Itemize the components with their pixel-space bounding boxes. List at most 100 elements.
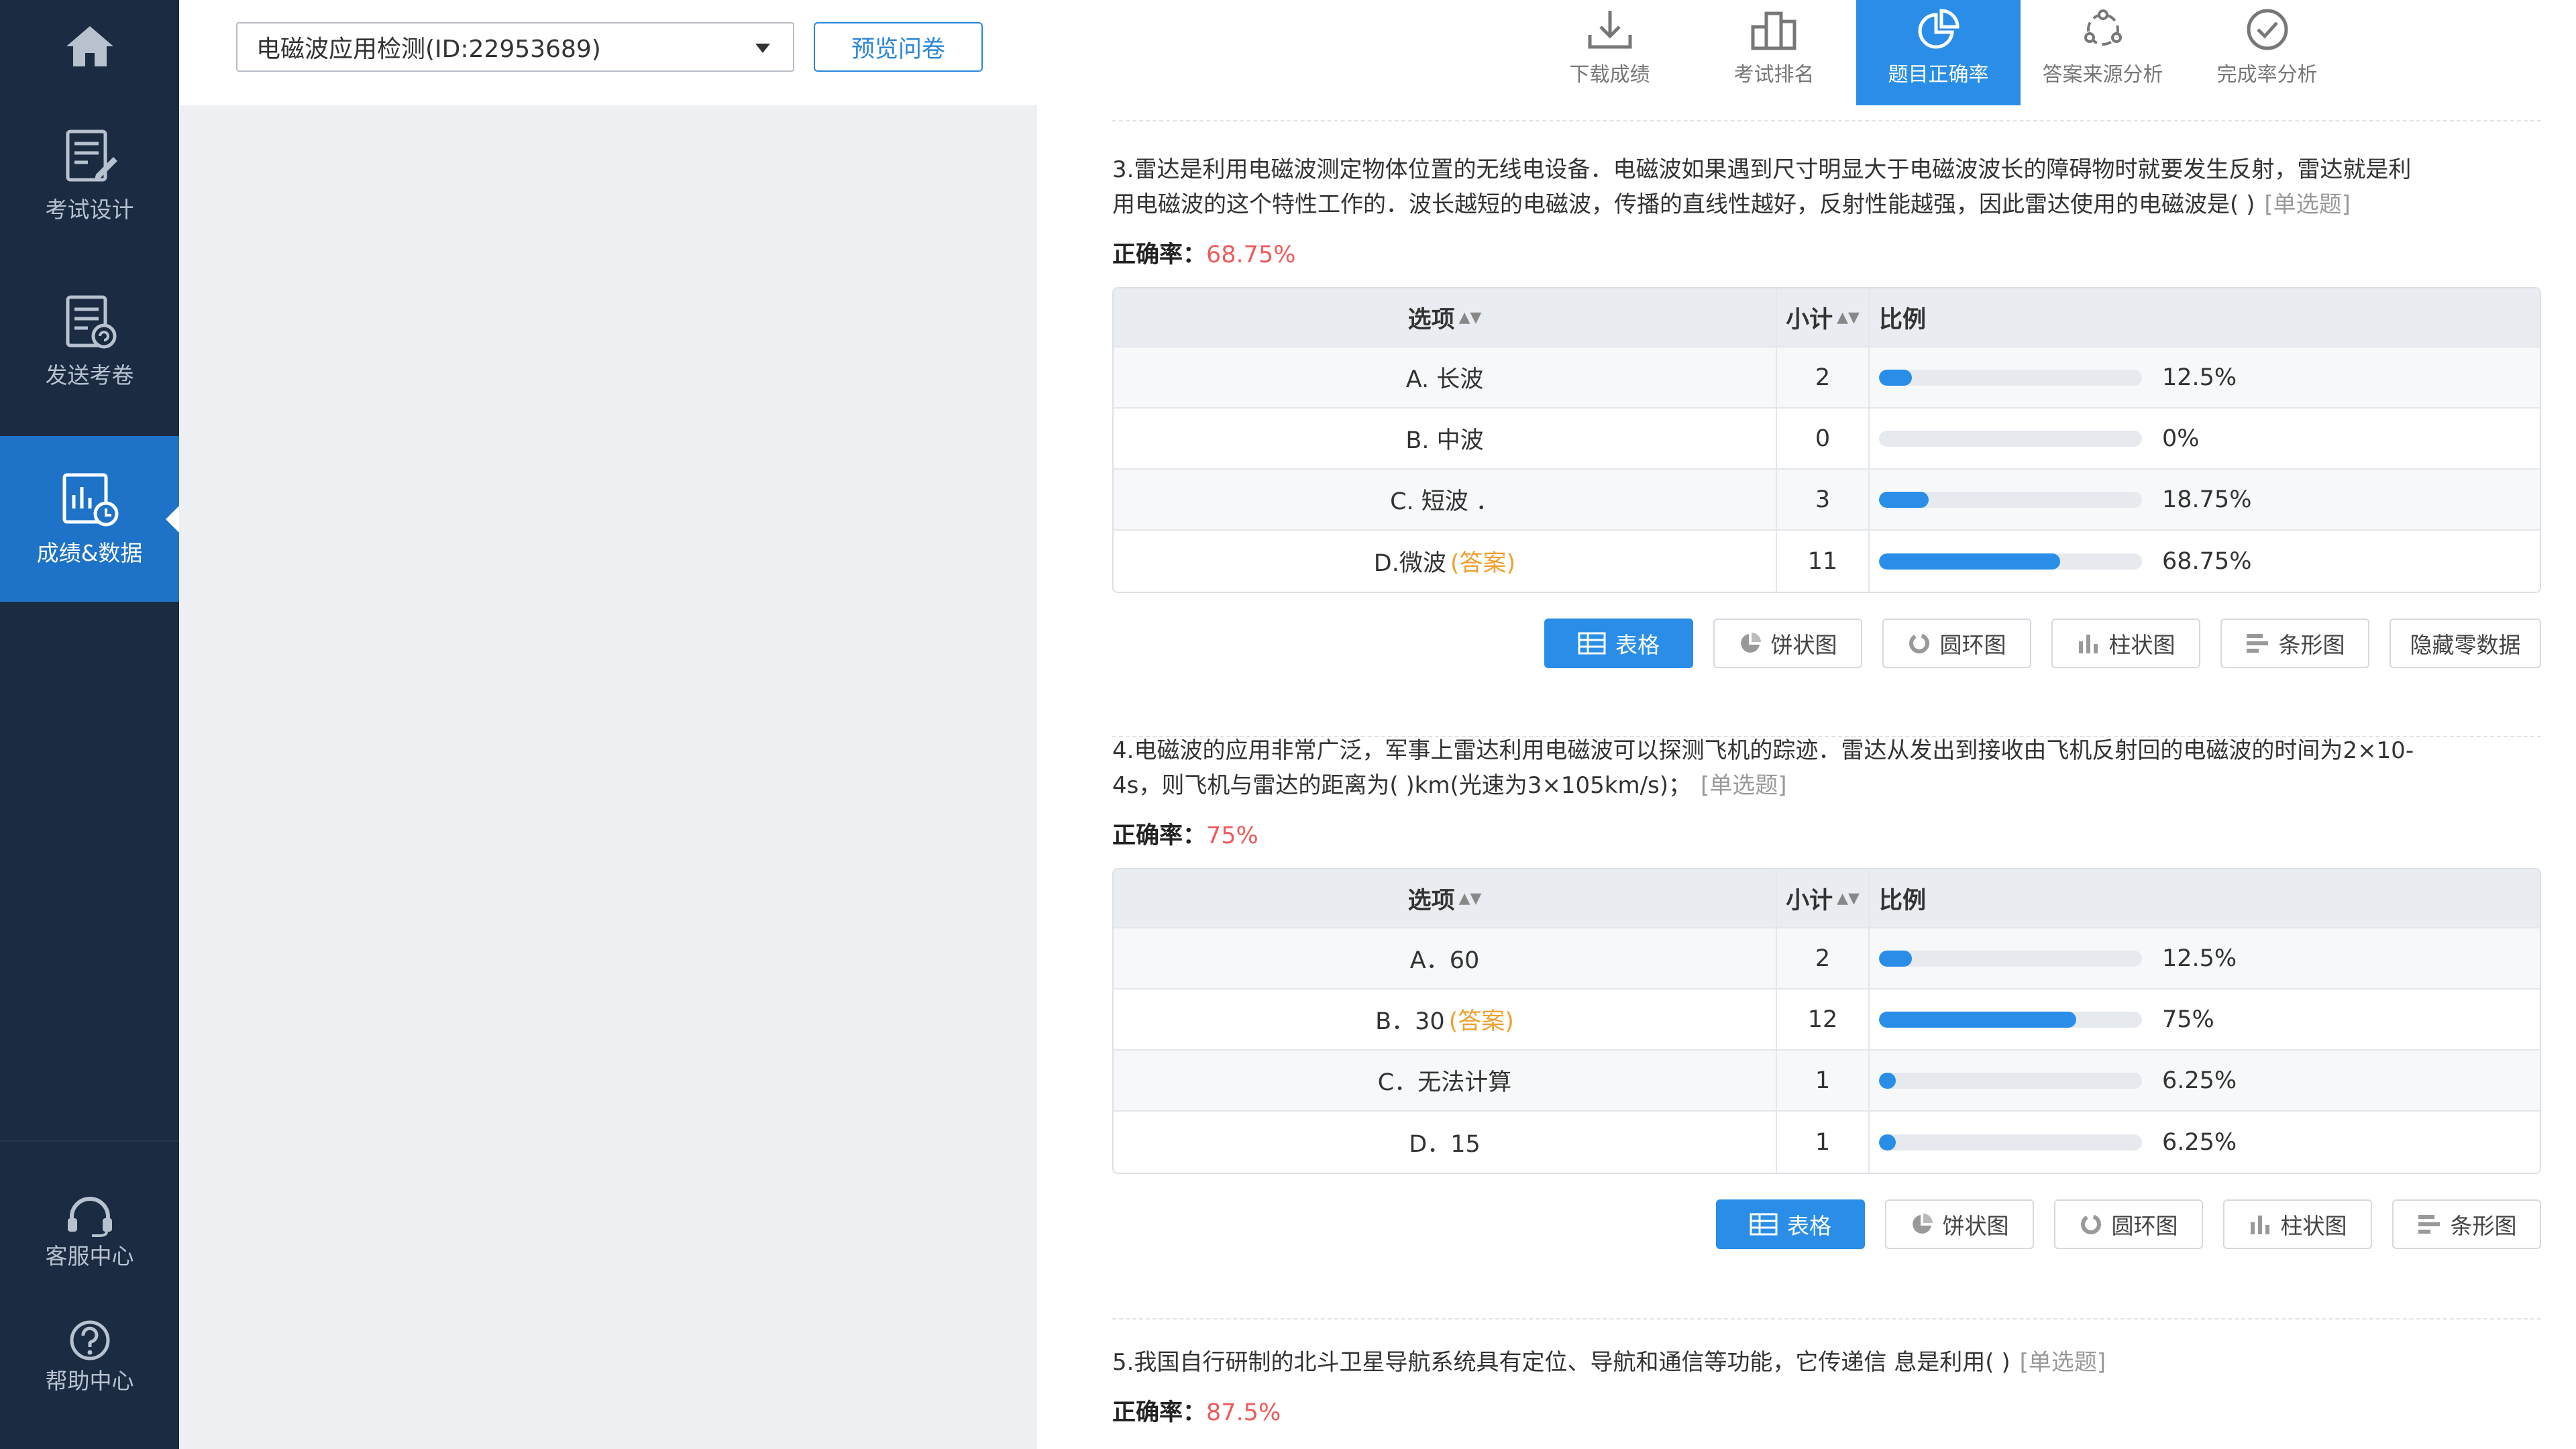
bar-chart-icon xyxy=(2246,634,2268,653)
answer-tag: (答案) xyxy=(1448,1008,1514,1035)
table-row: B．30 (答案) 12 75% xyxy=(1114,989,2540,1051)
ratio-percent: 12.5% xyxy=(2162,364,2237,391)
tool-completion-rate[interactable]: 完成率分析 xyxy=(2185,0,2349,105)
column-header-ratio: 比例 xyxy=(1879,306,1927,333)
option-count: 2 xyxy=(1777,928,1870,988)
option-count: 1 xyxy=(1777,1112,1870,1173)
pie-chart-icon xyxy=(1912,1214,1933,1234)
question-text: 5.我国自行研制的北斗卫星导航系统具有定位、导航和通信等功能，它传递信 息是利用… xyxy=(1112,1349,2106,1376)
sort-icon: ▲▼ xyxy=(1837,890,1860,907)
accuracy-label: 正确率： xyxy=(1112,241,1207,268)
column-header-ratio: 比例 xyxy=(1879,887,1927,914)
ratio-bar xyxy=(1879,369,2142,386)
hide-zero-data-button[interactable]: 隐藏零数据 xyxy=(2390,619,2541,668)
help-icon xyxy=(70,1320,109,1360)
option-label: D．15 xyxy=(1114,1112,1777,1173)
option-count: 1 xyxy=(1777,1051,1870,1110)
ratio-bar-fill xyxy=(1879,553,2060,570)
ratio-bar xyxy=(1879,1134,2142,1150)
view-pie-button[interactable]: 饼状图 xyxy=(1713,619,1862,668)
tool-question-accuracy[interactable]: 题目正确率 xyxy=(1856,0,2021,105)
sidebar-item-help[interactable]: 帮助中心 xyxy=(0,1319,179,1395)
view-pie-button[interactable]: 饼状图 xyxy=(1885,1199,2034,1249)
sort-icon: ▲▼ xyxy=(1458,309,1482,326)
sidebar-item-exam-design[interactable]: 考试设计 xyxy=(0,127,179,224)
table-row: A．60 2 12.5% xyxy=(1114,928,2540,989)
tool-download-scores[interactable]: 下载成绩 xyxy=(1527,0,1692,105)
column-header-count[interactable]: 小计 ▲▼ xyxy=(1777,869,1870,927)
ratio-percent: 75% xyxy=(2162,1006,2214,1033)
option-count: 0 xyxy=(1777,409,1870,468)
view-table-button[interactable]: 表格 xyxy=(1544,619,1693,668)
sidebar-item-label: 成绩&数据 xyxy=(36,539,143,566)
view-donut-button[interactable]: 圆环图 xyxy=(2054,1199,2203,1249)
tool-label: 考试排名 xyxy=(1733,63,1815,87)
send-exam-icon xyxy=(66,295,116,349)
accuracy-value: 87.5% xyxy=(1206,1399,1281,1426)
tool-label: 答案来源分析 xyxy=(2042,63,2163,87)
view-bar-button[interactable]: 条形图 xyxy=(2220,619,2369,668)
table-header-row: 选项 ▲▼ 小计 ▲▼ 比例 xyxy=(1114,869,2540,928)
section-divider xyxy=(1112,1318,2541,1320)
ratio-bar-fill xyxy=(1879,1134,1896,1150)
preview-survey-button[interactable]: 预览问卷 xyxy=(814,22,983,72)
ratio-percent: 0% xyxy=(2162,425,2200,452)
sort-icon: ▲▼ xyxy=(1837,309,1860,326)
donut-chart-icon xyxy=(2080,1214,2101,1234)
exam-design-icon xyxy=(66,129,117,182)
view-table-button[interactable]: 表格 xyxy=(1716,1199,1865,1249)
tool-exam-ranking[interactable]: 考试排名 xyxy=(1692,0,1856,105)
view-column-button[interactable]: 柱状图 xyxy=(2051,619,2200,668)
sidebar-divider xyxy=(0,1140,179,1142)
table-row: C．无法计算 1 6.25% xyxy=(1114,1051,2540,1112)
answer-tag: (答案) xyxy=(1450,550,1516,577)
survey-select[interactable]: 电磁波应用检测(ID:22953689) xyxy=(236,22,794,72)
survey-select-value: 电磁波应用检测(ID:22953689) xyxy=(256,36,601,63)
ratio-bar xyxy=(1879,553,2142,570)
accuracy-row: 正确率：68.75% xyxy=(1112,235,2541,270)
column-header-count[interactable]: 小计 ▲▼ xyxy=(1777,288,1870,346)
ratio-bar xyxy=(1879,1072,2142,1089)
sidebar-item-support[interactable]: 客服中心 xyxy=(0,1194,179,1271)
view-bar-button[interactable]: 条形图 xyxy=(2392,1199,2541,1249)
table-row: B. 中波 0 0% xyxy=(1114,409,2540,470)
table-icon xyxy=(1578,632,1606,655)
column-header-option[interactable]: 选项 ▲▼ xyxy=(1114,288,1777,346)
results-table: 选项 ▲▼ 小计 ▲▼ 比例 A. 长波 2 12.5% B. 中波 0 0% C.… xyxy=(1112,287,2541,593)
question-text: 4.电磁波的应用非常广泛，军事上雷达利用电磁波可以探测飞机的踪迹．雷达从发出到接… xyxy=(1112,737,2414,799)
ratio-bar xyxy=(1879,1011,2142,1028)
ratio-bar-fill xyxy=(1879,491,1929,508)
sidebar-item-label: 帮助中心 xyxy=(45,1368,134,1394)
option-label: A. 长波 xyxy=(1114,347,1777,407)
view-column-button[interactable]: 柱状图 xyxy=(2223,1199,2372,1249)
accuracy-label: 正确率： xyxy=(1112,1399,1207,1426)
option-count: 2 xyxy=(1777,347,1870,407)
view-donut-button[interactable]: 圆环图 xyxy=(1882,619,2031,668)
pie-chart-icon xyxy=(1918,9,1960,49)
column-header-option[interactable]: 选项 ▲▼ xyxy=(1114,869,1777,927)
question-type: [单选题] xyxy=(1701,772,1787,799)
sidebar-item-home[interactable] xyxy=(0,0,179,92)
accuracy-row: 正确率：75% xyxy=(1112,816,2541,851)
sidebar-item-data[interactable]: 成绩&数据 xyxy=(0,436,179,602)
top-header: 电磁波应用检测(ID:22953689) 预览问卷 下载成绩 考试排名 题目正确… xyxy=(179,0,2576,105)
option-count: 3 xyxy=(1777,470,1870,529)
question-block: 4.电磁波的应用非常广泛，军事上雷达利用电磁波可以探测飞机的踪迹．雷达从发出到接… xyxy=(1112,733,2541,1249)
ratio-bar xyxy=(1879,491,2142,508)
check-circle-icon xyxy=(2247,9,2288,50)
table-header-row: 选项 ▲▼ 小计 ▲▼ 比例 xyxy=(1114,288,2540,347)
option-label: B. 中波 xyxy=(1114,409,1777,468)
option-label: C．无法计算 xyxy=(1114,1051,1777,1110)
tool-answer-source[interactable]: 答案来源分析 xyxy=(2021,0,2185,105)
sidebar-item-label: 考试设计 xyxy=(45,197,134,223)
tool-label: 题目正确率 xyxy=(1888,63,1989,87)
table-icon xyxy=(1750,1213,1778,1236)
bar-chart-icon xyxy=(2418,1215,2440,1234)
ratio-bar-fill xyxy=(1879,369,1912,386)
download-icon xyxy=(1588,11,1631,49)
sidebar-item-send-exam[interactable]: 发送考卷 xyxy=(0,293,179,390)
sidebar-item-label: 发送考卷 xyxy=(45,362,134,388)
ratio-percent: 6.25% xyxy=(2162,1128,2237,1156)
ratio-percent: 68.75% xyxy=(2162,547,2252,575)
accuracy-value: 68.75% xyxy=(1206,241,1296,268)
